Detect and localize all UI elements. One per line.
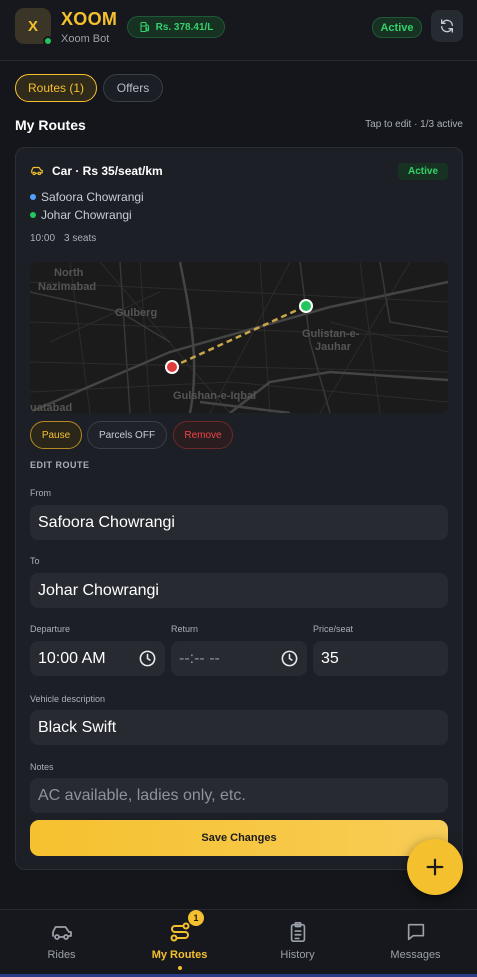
from-stop-label: Safoora Chowrangi	[41, 190, 144, 204]
clipboard-icon	[290, 922, 305, 942]
refresh-button[interactable]	[431, 10, 463, 42]
save-changes-button[interactable]: Save Changes	[30, 820, 448, 856]
route-map[interactable]: North Nazimabad Gulberg Gulistan-e- Jauh…	[30, 262, 448, 413]
add-route-button[interactable]	[407, 839, 463, 895]
route-seats: 3 seats	[64, 233, 97, 244]
pause-button[interactable]: Pause	[30, 421, 82, 449]
route-meta: 10:00 3 seats	[30, 233, 96, 244]
map-label-gulshan: Gulshan-e-Iqbal	[173, 390, 256, 402]
edit-route-heading: EDIT ROUTE	[30, 460, 90, 470]
refresh-icon	[441, 19, 453, 33]
return-time-placeholder: --:-- --	[179, 649, 220, 667]
tab-offers[interactable]: Offers	[103, 74, 163, 102]
map-label-gulberg: Gulberg	[115, 307, 157, 319]
map-label-gulistan: Gulistan-e-	[302, 328, 360, 340]
map-label-liaquatabad: uatabad	[30, 402, 72, 413]
fuel-price-badge: Rs. 378.41/L	[127, 16, 225, 38]
map-label-nazimabad: Nazimabad	[38, 281, 96, 293]
map-label-north: North	[54, 267, 84, 279]
from-input[interactable]: Safoora Chowrangi	[30, 505, 448, 540]
chat-icon	[407, 923, 424, 941]
section-title: My Routes	[15, 117, 86, 133]
nav-routes-badge: 1	[188, 910, 204, 926]
route-to-stop: Johar Chowrangi	[30, 208, 132, 222]
from-label: From	[30, 488, 51, 498]
app-header: X XOOM Xoom Bot Rs. 378.41/L Active	[0, 0, 477, 61]
departure-label: Departure	[30, 624, 71, 634]
price-input[interactable]: 35	[313, 641, 448, 676]
clock-icon[interactable]	[280, 649, 299, 668]
nav-messages-label: Messages	[390, 949, 441, 961]
parcels-toggle-button[interactable]: Parcels OFF	[87, 421, 167, 449]
fuel-pump-icon	[140, 21, 149, 33]
to-stop-label: Johar Chowrangi	[41, 208, 132, 222]
return-label: Return	[171, 624, 199, 634]
departure-time-input[interactable]: 10:00 AM	[30, 641, 165, 676]
nav-my-routes-label: My Routes	[151, 949, 208, 961]
route-time: 10:00	[30, 233, 56, 244]
nav-history-label: History	[280, 949, 315, 961]
vehicle-description-input[interactable]: Black Swift	[30, 710, 448, 745]
nav-rides[interactable]: Rides	[2, 910, 121, 977]
active-indicator-dot	[178, 966, 182, 970]
brand-name: XOOM	[61, 9, 118, 29]
route-vehicle-line: Car · Rs 35/seat/km	[30, 164, 163, 178]
section-hint: Tap to edit · 1/3 active	[365, 119, 463, 130]
remove-button[interactable]: Remove	[173, 421, 233, 449]
dropoff-marker-icon	[299, 299, 313, 313]
nav-my-routes[interactable]: My Routes 1	[120, 910, 239, 977]
plus-icon	[426, 858, 444, 876]
price-label: Price/seat	[313, 624, 354, 634]
to-label: To	[30, 556, 40, 566]
notes-label: Notes	[30, 762, 54, 772]
car-icon	[51, 926, 72, 940]
pickup-marker-icon	[165, 360, 179, 374]
nav-history[interactable]: History	[238, 910, 357, 977]
notes-input[interactable]: AC available, ladies only, etc.	[30, 778, 448, 813]
departure-time-value: 10:00 AM	[38, 649, 106, 667]
route-status-badge: Active	[398, 163, 448, 180]
vehicle-price-text: Car · Rs 35/seat/km	[52, 164, 163, 178]
nav-messages[interactable]: Messages	[356, 910, 475, 977]
online-status-dot	[43, 36, 53, 46]
vehicle-description-label: Vehicle description	[30, 694, 106, 704]
avatar-letter: X	[27, 17, 38, 35]
to-input[interactable]: Johar Chowrangi	[30, 573, 448, 608]
destination-dot-icon	[30, 212, 36, 218]
route-from-stop: Safoora Chowrangi	[30, 190, 144, 204]
car-icon	[31, 166, 43, 176]
bot-name: Xoom Bot	[61, 33, 110, 45]
driver-status-badge[interactable]: Active	[372, 17, 422, 38]
fuel-price-text: Rs. 378.41/L	[155, 21, 214, 33]
clock-icon[interactable]	[138, 649, 157, 668]
return-time-input[interactable]: --:-- --	[171, 641, 307, 676]
route-icon	[170, 922, 189, 942]
origin-dot-icon	[30, 194, 36, 200]
bottom-navigation: Rides My Routes 1 History Messages	[0, 909, 477, 977]
nav-rides-label: Rides	[47, 949, 76, 961]
tab-routes[interactable]: Routes (1)	[15, 74, 97, 102]
map-label-jauhar: Jauhar	[315, 341, 352, 353]
map-canvas: North Nazimabad Gulberg Gulistan-e- Jauh…	[30, 262, 448, 413]
